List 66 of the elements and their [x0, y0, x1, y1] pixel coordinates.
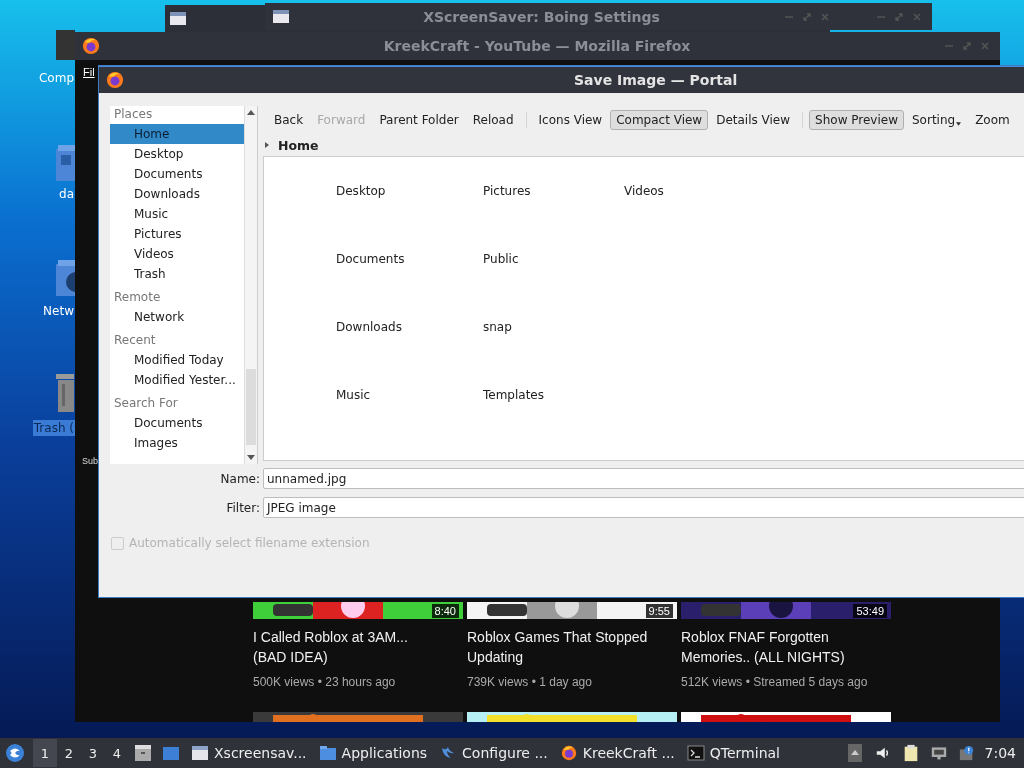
places-item[interactable]: Images — [110, 433, 244, 453]
field-label: Filter: — [226, 500, 260, 515]
section-heading: Places — [113, 106, 154, 123]
toolbar-button[interactable]: Sorting — [906, 110, 968, 130]
places-item[interactable]: Music — [110, 204, 244, 224]
file-item[interactable]: Desktop — [336, 181, 386, 201]
desktop-icon-label[interactable]: da — [58, 186, 75, 202]
video-meta: 500K views • 23 hours ago — [253, 674, 397, 690]
taskbar-button[interactable]: KreekCraft ... — [553, 739, 681, 767]
section-heading: Search For — [113, 395, 179, 412]
duration-badge: 53:49 — [853, 604, 887, 618]
places-item[interactable]: Desktop — [110, 144, 244, 164]
taskbar-button[interactable]: Xscreensav... — [185, 739, 313, 767]
places-item[interactable]: Downloads — [110, 184, 244, 204]
workspace-button[interactable]: 2 — [57, 739, 81, 767]
file-item[interactable]: Pictures — [483, 181, 531, 201]
taskbar-button[interactable]: Configure ... — [433, 739, 554, 767]
duration-badge: 9:55 — [645, 604, 673, 618]
video-title[interactable]: I Called Roblox at 3AM... (BAD IDEA) — [253, 627, 463, 667]
file-item[interactable]: Music — [336, 385, 371, 405]
file-item[interactable]: Templates — [483, 385, 544, 405]
filter-dropdown[interactable]: JPEG image — [263, 497, 1024, 518]
name-field[interactable]: unnamed.jpg — [263, 468, 1024, 489]
taskbar-button[interactable]: Applications — [312, 739, 434, 767]
file-item[interactable]: Downloads — [336, 317, 402, 337]
duration-badge: 8:40 — [431, 604, 459, 618]
desktop-icon-label[interactable]: Netw — [42, 303, 75, 319]
toolbar-button[interactable]: Zoom — [969, 110, 1016, 130]
workspace-button[interactable]: 3 — [81, 739, 105, 767]
clock[interactable]: 7:04 — [984, 745, 1016, 761]
places-item[interactable]: Modified Yester... — [110, 370, 244, 390]
breadcrumb[interactable]: Home — [278, 137, 319, 153]
file-item[interactable]: Videos — [624, 181, 664, 201]
file-item[interactable]: Documents — [336, 249, 405, 269]
workspace-button[interactable]: 1 — [33, 739, 57, 767]
toolbar-button[interactable]: Icons View — [532, 110, 609, 130]
menu-item[interactable]: Fil — [83, 66, 95, 78]
places-item[interactable]: Network — [110, 307, 244, 327]
file-item[interactable]: snap — [483, 317, 512, 337]
window-title: KreekCraft - YouTube — Mozilla Firefox — [382, 38, 692, 54]
places-item[interactable]: Documents — [110, 413, 244, 433]
window-title: XScreenSaver: Boing Settings — [422, 8, 661, 25]
file-item[interactable]: Public — [483, 249, 519, 269]
places-item[interactable]: Documents — [110, 164, 244, 184]
places-item[interactable]: Trash — [110, 264, 244, 284]
places-item[interactable]: Pictures — [110, 224, 244, 244]
toolbar-button[interactable]: Details View — [710, 110, 797, 130]
video-title[interactable]: Roblox Games That Stopped Updating — [467, 627, 677, 667]
section-heading: Recent — [113, 332, 157, 349]
toolbar-button[interactable]: Back — [268, 110, 310, 130]
taskbar-button[interactable]: QTerminal — [680, 739, 786, 767]
section-heading: Remote — [113, 289, 162, 306]
workspace-button[interactable]: 4 — [105, 739, 129, 767]
toolbar-button[interactable]: Compact View — [610, 110, 709, 130]
field-label: Name: — [220, 471, 260, 486]
places-item[interactable]: Modified Today — [110, 350, 244, 370]
video-meta: 739K views • 1 day ago — [467, 674, 593, 690]
sidebar-item[interactable]: Sub — [82, 456, 98, 466]
toolbar-button[interactable]: Parent Folder — [373, 110, 465, 130]
places-item[interactable]: Videos — [110, 244, 244, 264]
places-item[interactable]: Home — [110, 124, 244, 144]
window-title: Save Image — Portal — [574, 72, 738, 88]
toolbar-button[interactable]: Show Preview — [809, 110, 904, 130]
toolbar-button[interactable]: Reload — [466, 110, 520, 130]
video-meta: 512K views • Streamed 5 days ago — [681, 674, 869, 690]
video-title[interactable]: Roblox FNAF Forgotten Memories.. (ALL NIGHTS) — [681, 627, 891, 667]
